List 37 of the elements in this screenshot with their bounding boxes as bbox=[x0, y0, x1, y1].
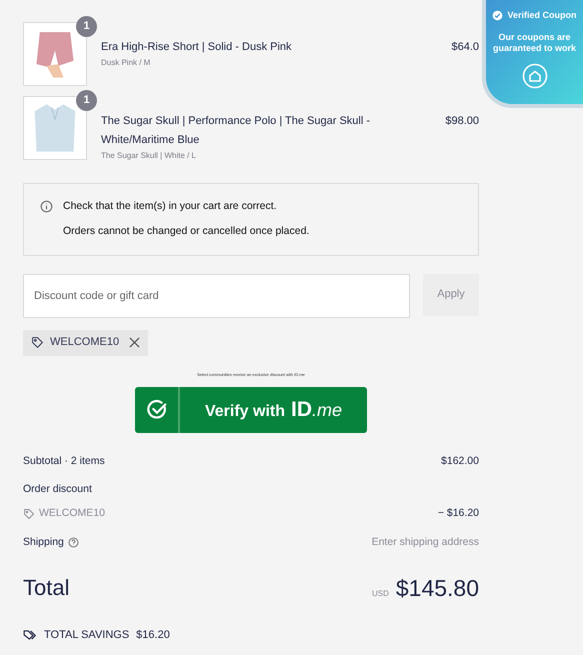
quantity-badge: 1 bbox=[76, 16, 97, 37]
info-icon bbox=[40, 200, 53, 213]
help-icon[interactable] bbox=[68, 537, 79, 548]
currency-label: USD bbox=[372, 588, 389, 600]
tag-icon bbox=[23, 508, 35, 520]
total-savings-label: TOTAL SAVINGS bbox=[44, 628, 130, 643]
coupon-text: Our coupons are guaranteed to work bbox=[492, 32, 577, 54]
shipping-label: Shipping bbox=[23, 534, 64, 550]
house-icon bbox=[522, 62, 548, 88]
product-name: Era High-Rise Short | Solid - Dusk Pink bbox=[101, 40, 293, 55]
discount-code-field[interactable]: Discount code or gift card bbox=[23, 274, 410, 318]
notice-text: Orders cannot be changed or cancelled once placed. bbox=[63, 224, 310, 239]
quantity-badge: 1 bbox=[76, 90, 97, 111]
product-variant: Dusk Pink / M bbox=[101, 57, 152, 69]
close-icon[interactable] bbox=[129, 337, 140, 348]
coupon-title: Verified Coupon bbox=[507, 9, 576, 22]
tags-icon bbox=[23, 628, 37, 642]
subtotal-label: Subtotal · 2 items bbox=[23, 454, 105, 468]
total-label: Total bbox=[23, 574, 70, 602]
notice-text: Check that the item(s) in your cart are correct. bbox=[63, 199, 278, 214]
product-name: The Sugar Skull | Performance Polo | The Sugar Skull - White/Maritime Blue bbox=[101, 114, 372, 148]
total-value: $145.80 bbox=[396, 574, 479, 602]
tag-icon bbox=[31, 336, 44, 349]
discount-code: WELCOME10 bbox=[50, 335, 120, 350]
check-circle-icon bbox=[146, 398, 168, 420]
discount-code: WELCOME10 bbox=[39, 506, 105, 521]
subtotal-value: $162.00 bbox=[441, 454, 479, 468]
product-price: $98.00 bbox=[445, 114, 479, 129]
total-savings-value: $16.20 bbox=[136, 628, 170, 643]
apply-button[interactable]: Apply bbox=[423, 274, 479, 316]
verified-check-icon bbox=[492, 10, 504, 22]
shipping-value: Enter shipping address bbox=[372, 534, 479, 550]
product-price: $64.0 bbox=[451, 40, 479, 55]
discount-value: − $16.20 bbox=[438, 506, 479, 521]
product-variant: The Sugar Skull | White / L bbox=[101, 150, 198, 162]
order-discount-label: Order discount bbox=[23, 482, 93, 498]
verify-idme-button[interactable]: Verify with ID.me bbox=[135, 386, 367, 432]
